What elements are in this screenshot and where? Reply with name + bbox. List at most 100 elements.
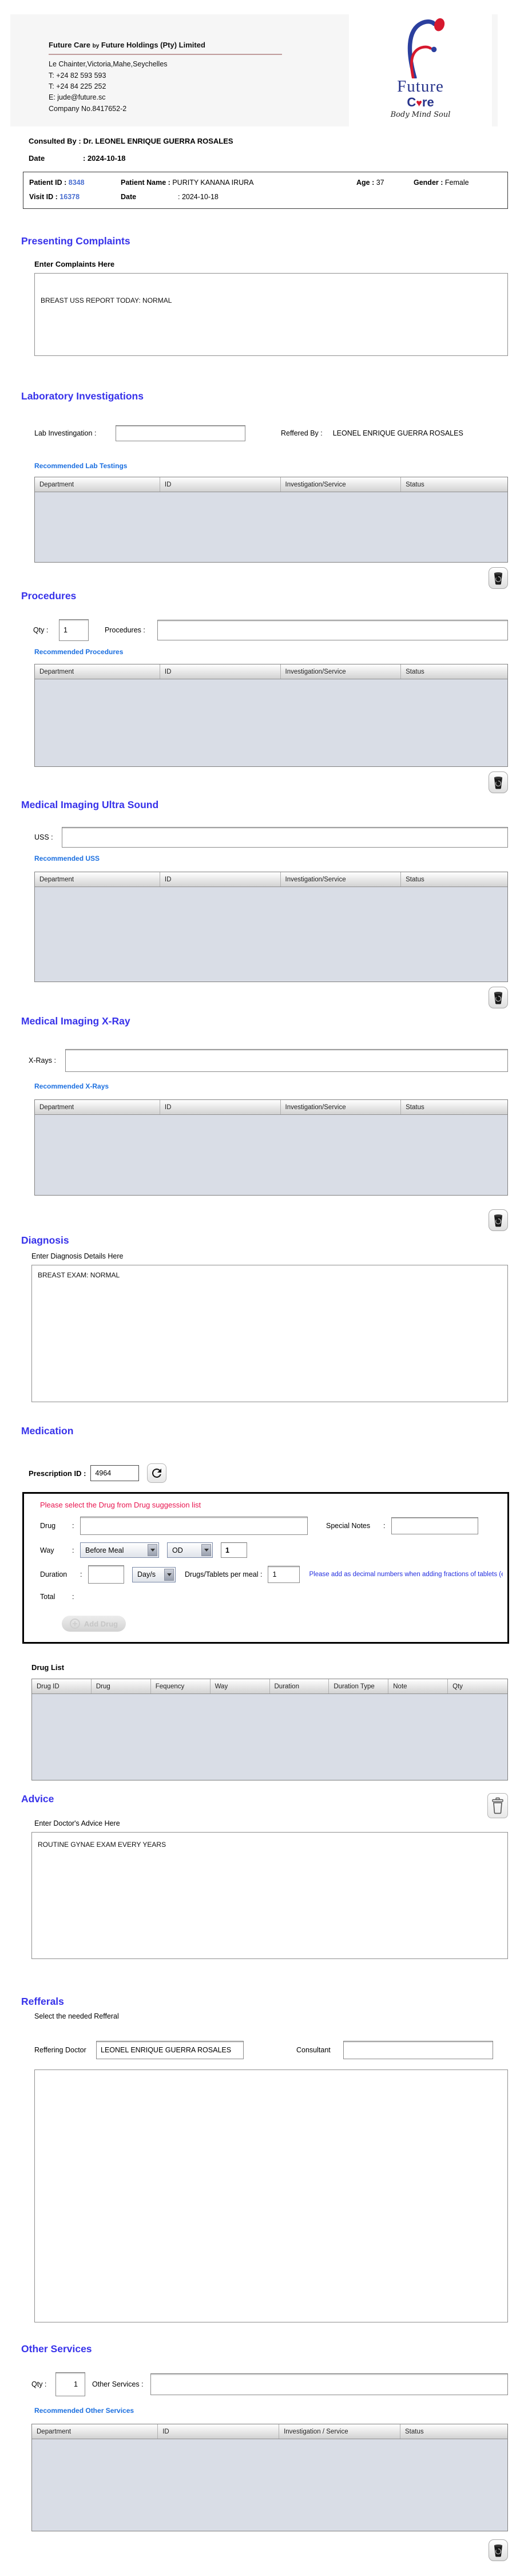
drug-list-body	[32, 1693, 507, 1780]
drug-input[interactable]	[80, 1517, 308, 1535]
other-th-status: Status	[400, 2424, 507, 2439]
advice-delete-button[interactable]	[487, 1793, 508, 1818]
consulted-by-label: Consulted By : Dr.	[29, 137, 93, 145]
consulted-by-line: Consulted By : Dr. LEONEL ENRIQUE GUERRA…	[29, 137, 532, 145]
clinic-tel2: T: +24 84 225 252	[49, 81, 282, 92]
duration-unit-value: Day/s	[137, 1570, 156, 1578]
per-meal-input[interactable]	[268, 1566, 300, 1583]
advice-label: Enter Doctor's Advice Here	[34, 1819, 532, 1827]
trash-outline-icon	[491, 1797, 505, 1814]
special-notes-colon: :	[383, 1522, 391, 1530]
reffering-doctor-input[interactable]	[96, 2041, 244, 2059]
patient-gender-label: Gender :	[414, 179, 443, 187]
prescription-id-input[interactable]	[90, 1465, 139, 1481]
prescription-id-label: Prescription ID :	[29, 1469, 86, 1478]
uss-delete-button[interactable]	[489, 987, 508, 1008]
recommended-procedures-link[interactable]: Recommended Procedures	[34, 648, 532, 656]
other-services-input[interactable]	[150, 2373, 508, 2395]
chevron-down-icon	[148, 1544, 157, 1556]
duration-input[interactable]	[88, 1565, 124, 1584]
lab-investigation-input[interactable]	[116, 425, 245, 441]
xray-th-status: Status	[401, 1100, 507, 1114]
other-services-field-row: Qty : Other Services :	[31, 2372, 508, 2396]
advice-textarea[interactable]: ROUTINE GYNAE EXAM EVERY YEARS	[31, 1832, 508, 1959]
recommended-xray-link[interactable]: Recommended X-Rays	[34, 1082, 532, 1090]
xray-th-department: Department	[35, 1100, 160, 1114]
complaints-textarea[interactable]: BREAST USS REPORT TODAY: NORMAL	[34, 273, 508, 356]
duration-colon: :	[80, 1570, 88, 1578]
way-row: Way : Before Meal OD	[40, 1542, 503, 1558]
patient-id-value: 8348	[69, 179, 85, 187]
uss-input[interactable]	[62, 827, 508, 848]
visit-id-value: 16378	[59, 193, 80, 201]
clinic-company-no: Company No.8417652-2	[49, 104, 282, 114]
lab-delete-button[interactable]	[489, 567, 508, 589]
other-services-table-body	[32, 2439, 507, 2531]
other-qty-input[interactable]	[55, 2372, 85, 2396]
logo-swash-icon	[378, 17, 463, 78]
way-select[interactable]: Before Meal	[80, 1542, 159, 1558]
frequency-select-value: OD	[172, 1546, 183, 1554]
patient-age-value: 37	[376, 179, 384, 187]
xray-input[interactable]	[65, 1049, 508, 1072]
diagnosis-textarea[interactable]: BREAST EXAM: NORMAL	[31, 1265, 508, 1402]
procedures-delete-button[interactable]	[489, 771, 508, 793]
recommended-lab-link[interactable]: Recommended Lab Testings	[34, 462, 532, 470]
trash-icon	[493, 991, 504, 1004]
lab-th-service: Investigation/Service	[281, 477, 402, 492]
procedures-table-header: Department ID Investigation/Service Stat…	[35, 664, 507, 679]
medication-entry-panel: Please select the Drug from Drug suggess…	[22, 1492, 509, 1644]
complaints-text: BREAST USS REPORT TODAY: NORMAL	[41, 296, 172, 304]
uss-label: USS :	[34, 833, 62, 841]
lab-referred-value: LEONEL ENRIQUE GUERRA ROSALES	[333, 429, 463, 437]
drug-th-note: Note	[388, 1679, 448, 1693]
way-colon: :	[72, 1546, 80, 1554]
lab-delete-row	[0, 567, 508, 589]
drug-suggestion-warning: Please select the Drug from Drug suggess…	[40, 1501, 503, 1509]
clinic-company-rest: Future Holdings (Pty) Limited	[101, 41, 205, 49]
procedures-label: Procedures :	[105, 626, 157, 634]
duration-unit-select[interactable]: Day/s	[132, 1567, 176, 1582]
way-qty-input[interactable]	[221, 1542, 247, 1558]
patient-id-cell: Patient ID : 8348	[29, 179, 121, 187]
drug-th-frequency: Fequency	[151, 1679, 211, 1693]
special-notes-label: Special Notes	[326, 1522, 383, 1530]
clinic-company-name: Future Care	[49, 41, 90, 49]
drug-list-table: Drug ID Drug Fequency Way Duration Durat…	[31, 1679, 508, 1780]
other-th-department: Department	[32, 2424, 158, 2439]
special-notes-input[interactable]	[391, 1517, 478, 1534]
complaints-label: Enter Complaints Here	[34, 260, 532, 268]
uss-th-id: ID	[160, 872, 281, 887]
uss-table-body	[35, 887, 507, 982]
chevron-down-icon	[164, 1569, 174, 1581]
xray-delete-button[interactable]	[489, 1209, 508, 1231]
plus-icon	[70, 1619, 80, 1629]
patient-name-label: Patient Name :	[121, 179, 170, 187]
procedures-input[interactable]	[157, 620, 508, 640]
other-th-id: ID	[158, 2424, 279, 2439]
recommended-other-services-link[interactable]: Recommended Other Services	[34, 2407, 532, 2415]
add-drug-button[interactable]: Add Drug	[62, 1616, 126, 1632]
clinic-logo: Future C♥re Body Mind Soul	[349, 14, 492, 126]
recommended-uss-link[interactable]: Recommended USS	[34, 854, 532, 862]
consultant-input[interactable]	[343, 2041, 493, 2059]
chevron-down-icon	[201, 1544, 211, 1556]
uss-field-row: USS :	[34, 827, 508, 848]
prescription-row: Prescription ID :	[29, 1463, 532, 1483]
procedures-field-row: Qty : Procedures :	[33, 619, 508, 641]
procedures-th-status: Status	[401, 664, 507, 679]
lab-th-id: ID	[160, 477, 281, 492]
procedures-table: Department ID Investigation/Service Stat…	[34, 664, 508, 767]
frequency-select[interactable]: OD	[167, 1542, 213, 1558]
patient-age-label: Age :	[356, 179, 374, 187]
visit-date-value: : 2024-10-18	[83, 154, 125, 163]
clinic-address: Le Chainter,Victoria,Mahe,Seychelles	[49, 59, 282, 70]
visit-id-cell: Visit ID : 16378	[29, 193, 121, 201]
logo-care-c: C	[407, 95, 416, 109]
consultation-page: Future Care by Future Holdings (Pty) Lim…	[0, 14, 532, 2576]
procedures-qty-input[interactable]	[59, 619, 89, 641]
other-services-delete-button[interactable]	[489, 2539, 508, 2561]
consulted-by-doctor: LEONEL ENRIQUE GUERRA ROSALES	[95, 137, 233, 145]
prescription-refresh-button[interactable]	[147, 1463, 166, 1483]
total-colon: :	[72, 1593, 80, 1601]
